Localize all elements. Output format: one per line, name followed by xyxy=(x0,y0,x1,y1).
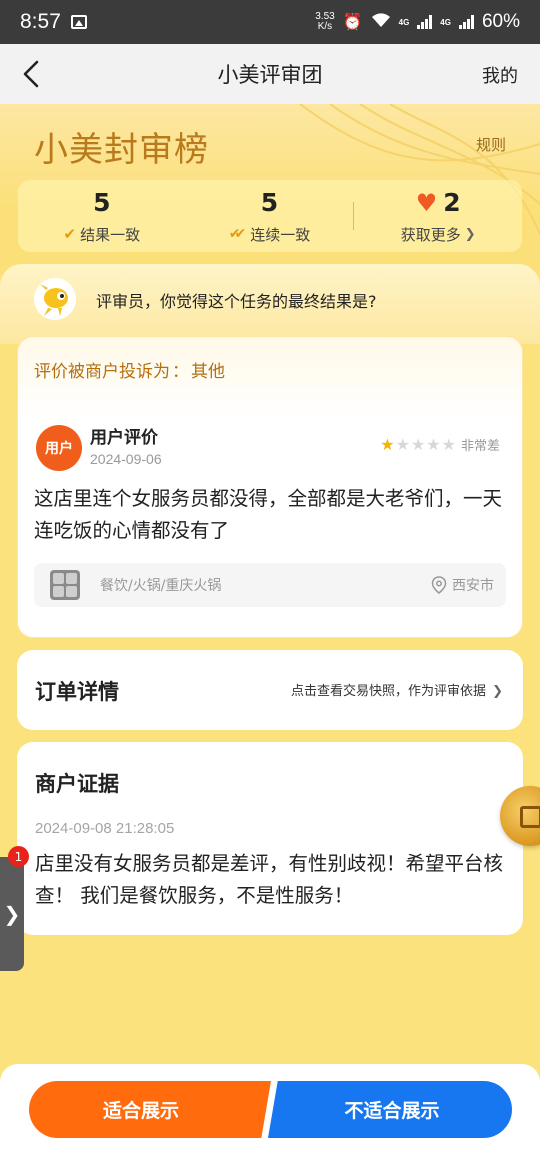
stat-label: ✔ 结果一致 xyxy=(64,224,141,245)
evidence-title: 商户证据 xyxy=(35,772,119,796)
evidence-timestamp: 2024-09-08 21:28:05 xyxy=(35,820,175,837)
stat-value: 5 xyxy=(260,187,279,217)
merchant-category-bar[interactable]: 餐饮/火锅/重庆火锅 西安市 xyxy=(34,563,506,607)
status-indicators: 3.53 K/s ⏰ 4G 4G 60% xyxy=(315,11,520,33)
stat-value-row: ♥ 2 xyxy=(416,188,461,218)
network-speed: 3.53 K/s xyxy=(315,12,334,32)
review-date: 2024-09-06 xyxy=(90,451,162,467)
stat-label-text: 结果一致 xyxy=(80,225,141,244)
stat-continuous-consistent: 5 ✔✔ 连续一致 xyxy=(186,180,354,252)
stat-label: 获取更多 ❯ xyxy=(401,224,476,245)
location-pin-icon xyxy=(431,576,447,594)
star-icon: ★ xyxy=(410,435,426,454)
app-header: 小美评审团 我的 xyxy=(0,44,540,104)
stat-value: 5 xyxy=(93,187,111,217)
image-notification-icon xyxy=(70,15,87,29)
star-icon: ★ xyxy=(395,435,410,454)
network-type-1: 4G xyxy=(398,17,410,27)
notification-badge: 1 xyxy=(8,846,29,867)
star-icon: ★ xyxy=(380,435,395,454)
bottom-action-bar: 适合展示 不适合展示 xyxy=(0,1064,540,1158)
page-title: 小美评审团 xyxy=(217,63,323,87)
heart-icon: ♥ xyxy=(415,188,438,217)
brand-logo-text: 小美封审榜 xyxy=(34,130,209,170)
rating-label: 非常差 xyxy=(460,439,500,454)
unsuitable-button[interactable]: 不适合展示 xyxy=(268,1081,512,1138)
merchant-evidence-card: 商户证据 2024-09-08 21:28:05 店里没有女服务员都是差评，有性… xyxy=(17,742,523,935)
stat-label: ✔✔ 连续一致 xyxy=(229,224,310,245)
signal-icon xyxy=(417,15,433,29)
chevron-right-icon: ❯ xyxy=(464,226,476,242)
banner: 小美封审榜 规则 5 ✔ 结果一致 5 ✔✔ 连续一致 ♥ 2 获取更多 ❯ xyxy=(0,104,540,274)
merchant-city: 西安市 xyxy=(431,575,494,595)
battery-level: 60% xyxy=(481,11,520,32)
network-speed-unit: K/s xyxy=(317,21,333,32)
prompt-question: 评审员，你觉得这个任务的最终结果是? xyxy=(96,292,377,311)
signal-icon xyxy=(458,15,474,29)
status-time: 8:57 xyxy=(20,10,61,33)
order-details-title: 订单详情 xyxy=(35,680,119,704)
merchant-city-text: 西安市 xyxy=(452,578,494,594)
complaint-reason: 评价被商户投诉为：其他 xyxy=(34,357,225,382)
network-type-2: 4G xyxy=(440,17,451,27)
user-avatar: 用户 xyxy=(36,425,82,471)
stat-value: 2 xyxy=(443,187,461,217)
review-title: 用户评价 xyxy=(90,428,158,448)
complaint-reason-value: 其他 xyxy=(191,362,225,382)
view-snapshot-link[interactable]: 点击查看交易快照，作为评审依据 ❯ xyxy=(291,680,503,699)
complaint-card: 评价被商户投诉为：其他 用户 用户评价 2024-09-06 ★ ★ ★ ★ ★… xyxy=(17,336,523,638)
star-rating: ★ ★ ★ ★ ★ 非常差 xyxy=(380,435,500,454)
status-bar: 8:57 3.53 K/s ⏰ 4G 4G 60% xyxy=(0,0,540,44)
double-check-icon: ✔✔ xyxy=(228,226,247,242)
suitable-button[interactable]: 适合展示 xyxy=(29,1081,271,1138)
mine-link[interactable]: 我的 xyxy=(482,62,518,88)
wifi-icon xyxy=(371,12,391,32)
merchant-thumbnail-icon xyxy=(50,570,80,600)
evidence-body: 店里没有女服务员都是差评，有性别歧视！希望平台核查！ 我们是餐饮服务，不是性服务… xyxy=(35,852,504,907)
mascot-avatar-icon xyxy=(34,278,76,320)
chevron-right-icon: ❯ xyxy=(492,684,503,699)
stat-label-text: 连续一致 xyxy=(250,225,311,244)
complaint-separator: ： xyxy=(172,362,189,382)
rules-link[interactable]: 规则 xyxy=(476,134,506,155)
stat-get-more[interactable]: ♥ 2 获取更多 ❯ xyxy=(354,180,522,252)
alarm-icon: ⏰ xyxy=(342,14,363,31)
back-button[interactable] xyxy=(18,56,52,92)
view-snapshot-text: 点击查看交易快照，作为评审依据 xyxy=(290,684,486,699)
stat-label-text: 获取更多 xyxy=(400,225,461,244)
check-icon: ✔ xyxy=(63,225,77,243)
star-icon: ★ xyxy=(426,435,441,454)
side-drawer-tab[interactable]: ❯ xyxy=(0,857,24,971)
star-icon: ★ xyxy=(441,435,456,454)
order-details-card[interactable]: 订单详情 点击查看交易快照，作为评审依据 ❯ xyxy=(17,650,523,730)
review-body: 这店里连个女服务员都没得，全部都是大老爷们，一天连吃饭的心情都没有了 xyxy=(34,487,503,542)
stats-panel: 5 ✔ 结果一致 5 ✔✔ 连续一致 ♥ 2 获取更多 ❯ xyxy=(18,180,522,252)
complaint-prefix: 评价被商户投诉为 xyxy=(34,362,170,382)
prompt-panel: 评审员，你觉得这个任务的最终结果是? xyxy=(0,264,540,344)
merchant-category: 餐饮/火锅/重庆火锅 xyxy=(100,578,222,594)
stat-result-consistent: 5 ✔ 结果一致 xyxy=(18,180,186,252)
chevron-left-icon xyxy=(23,60,39,88)
